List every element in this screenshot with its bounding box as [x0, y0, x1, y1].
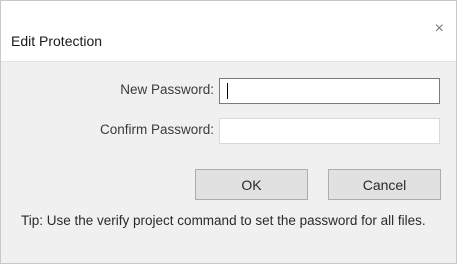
close-icon[interactable]: × [435, 21, 444, 37]
dialog-title: Edit Protection [11, 33, 103, 49]
text-cursor [227, 83, 228, 99]
new-password-label: New Password: [120, 82, 214, 97]
ok-button[interactable]: OK [195, 169, 308, 200]
dialog-title-bar: Edit Protection × [1, 1, 456, 62]
confirm-password-label: Confirm Password: [99, 122, 214, 137]
cancel-button[interactable]: Cancel [328, 169, 441, 200]
tip-text: Tip: Use the verify project command to s… [21, 213, 426, 228]
new-password-field[interactable] [219, 78, 440, 104]
edit-protection-dialog: Edit Protection × New Password: Confirm … [0, 0, 457, 264]
confirm-password-field[interactable] [219, 118, 440, 144]
